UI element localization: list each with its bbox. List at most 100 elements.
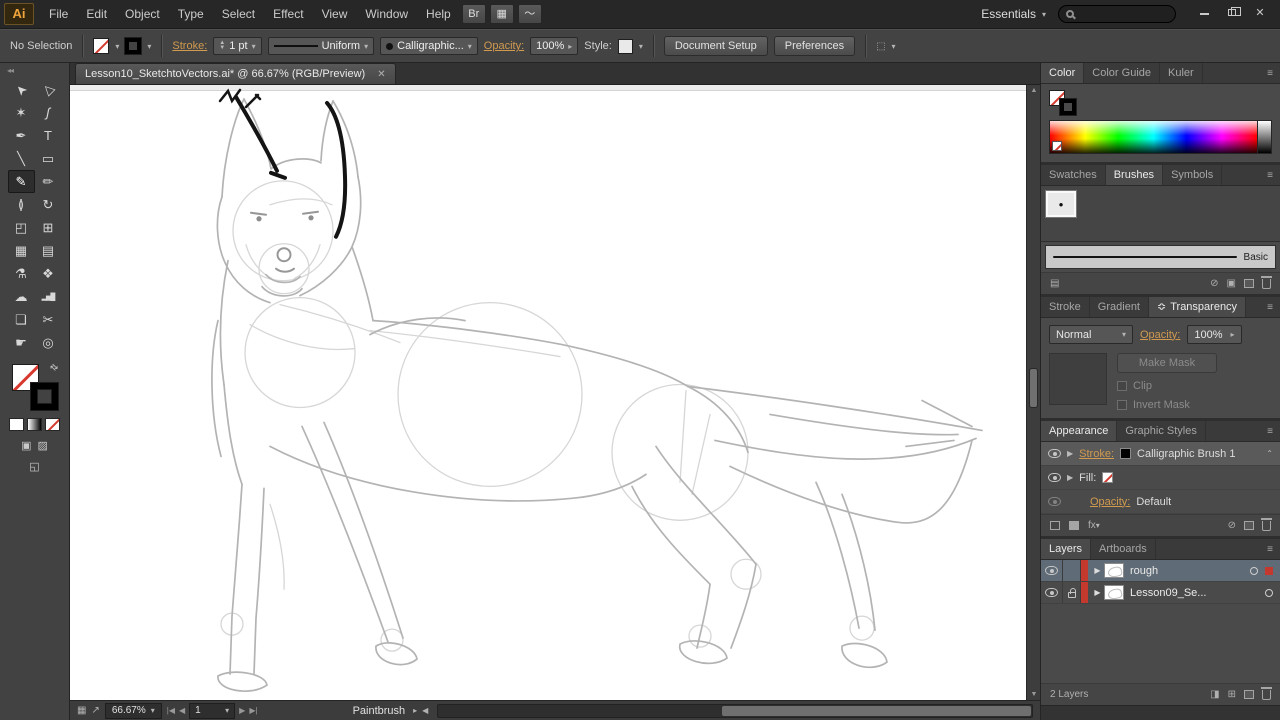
stroke-swatch[interactable] bbox=[125, 38, 142, 54]
tab-color-guide[interactable]: Color Guide bbox=[1084, 63, 1160, 83]
opacity-field[interactable]: 100% ▸ bbox=[530, 37, 579, 55]
restore-button[interactable] bbox=[1220, 6, 1244, 22]
menu-window[interactable]: Window bbox=[356, 0, 417, 28]
make-clipping-mask-icon[interactable]: ◨ bbox=[1210, 689, 1219, 700]
layer-thumbnail[interactable] bbox=[1104, 563, 1124, 578]
lasso-tool[interactable]: ʃ bbox=[35, 101, 62, 124]
tab-layers[interactable]: Layers bbox=[1041, 539, 1092, 559]
status-grid-icon[interactable]: ▦ bbox=[77, 705, 86, 716]
paintbrush-tool[interactable]: ✎ bbox=[7, 170, 35, 193]
layer-expand-icon[interactable]: ▶ bbox=[1091, 566, 1104, 575]
rectangle-tool[interactable]: ▭ bbox=[35, 147, 62, 170]
tab-transparency[interactable]: ≎ Transparency bbox=[1149, 297, 1247, 317]
brush-libraries-icon[interactable]: ▤ bbox=[1050, 278, 1059, 289]
none-mode-button[interactable] bbox=[45, 418, 60, 431]
duplicate-item-icon[interactable] bbox=[1244, 521, 1254, 530]
zoom-level-dropdown[interactable]: 66.67% ▾ bbox=[104, 702, 162, 719]
artboard-canvas[interactable]: ▲ ▼ bbox=[70, 85, 1040, 700]
slice-tool[interactable]: ✂ bbox=[35, 308, 62, 331]
opacity-label[interactable]: Opacity: bbox=[484, 40, 524, 52]
invert-mask-checkbox[interactable] bbox=[1117, 400, 1127, 410]
line-segment-tool[interactable]: ╲ bbox=[8, 147, 35, 170]
screen-mode-icon[interactable]: ◱ bbox=[29, 460, 39, 473]
panel-menu-icon[interactable]: ≡ bbox=[1260, 421, 1280, 441]
rotate-tool[interactable]: ↻ bbox=[35, 193, 62, 216]
appearance-stroke-swatch[interactable] bbox=[1120, 448, 1132, 459]
gradient-tool[interactable]: ▤ bbox=[35, 239, 62, 262]
menu-file[interactable]: File bbox=[40, 0, 77, 28]
layer-name[interactable]: Lesson09_Se... bbox=[1130, 587, 1265, 599]
visibility-eye-icon[interactable] bbox=[1048, 473, 1061, 482]
make-mask-button[interactable]: Make Mask bbox=[1117, 353, 1217, 373]
scroll-down-icon[interactable]: ▼ bbox=[1027, 691, 1040, 698]
new-fill-icon[interactable] bbox=[1069, 521, 1079, 530]
appearance-fill-swatch[interactable] bbox=[1102, 472, 1114, 483]
eyedropper-tool[interactable]: ⚗ bbox=[8, 262, 35, 285]
layer-row-lesson09[interactable]: ▶ Lesson09_Se... bbox=[1041, 582, 1280, 604]
search-box[interactable] bbox=[1058, 5, 1176, 23]
document-tab[interactable]: Lesson10_SketchtoVectors.ai* @ 66.67% (R… bbox=[75, 63, 396, 84]
panel-menu-icon[interactable]: ≡ bbox=[1260, 539, 1280, 559]
status-share-icon[interactable]: ↗ bbox=[91, 705, 99, 716]
tab-artboards[interactable]: Artboards bbox=[1091, 539, 1156, 559]
direct-selection-tool[interactable]: ▷ bbox=[35, 78, 62, 101]
first-frame-icon[interactable]: |◀ bbox=[167, 706, 175, 715]
horizontal-scrollbar[interactable] bbox=[437, 703, 1033, 718]
none-swatch-icon[interactable] bbox=[1052, 141, 1062, 151]
calligraphic-brush-swatch[interactable]: • bbox=[1046, 191, 1076, 217]
tab-brushes[interactable]: Brushes bbox=[1105, 165, 1164, 185]
fill-swatch[interactable] bbox=[93, 38, 110, 54]
type-tool[interactable]: T bbox=[35, 124, 62, 147]
search-input[interactable] bbox=[1079, 8, 1168, 20]
workspace-switcher[interactable]: Essentials ▾ bbox=[981, 7, 1046, 21]
perspective-grid-tool[interactable]: ⊞ bbox=[35, 216, 62, 239]
expand-icon[interactable]: ▶ bbox=[1067, 449, 1073, 458]
menu-effect[interactable]: Effect bbox=[264, 0, 312, 28]
tab-stroke[interactable]: Stroke bbox=[1041, 297, 1090, 317]
new-brush-icon[interactable] bbox=[1244, 279, 1254, 288]
visibility-eye-icon[interactable] bbox=[1048, 497, 1061, 506]
clip-checkbox[interactable] bbox=[1117, 381, 1127, 391]
remove-brush-stroke-icon[interactable]: ⊘ bbox=[1210, 278, 1218, 289]
visibility-eye-icon[interactable] bbox=[1048, 449, 1061, 458]
menu-object[interactable]: Object bbox=[116, 0, 169, 28]
layer-thumbnail[interactable] bbox=[1104, 585, 1124, 600]
artboard-tool[interactable]: ❏ bbox=[8, 308, 35, 331]
next-frame-icon[interactable]: ▶ bbox=[239, 706, 245, 715]
appearance-opacity-label[interactable]: Opacity: bbox=[1090, 496, 1130, 508]
layer-expand-icon[interactable]: ▶ bbox=[1091, 588, 1104, 597]
layer-visibility-toggle[interactable] bbox=[1041, 560, 1063, 581]
transparency-opacity-label[interactable]: Opacity: bbox=[1140, 329, 1180, 341]
tab-close-icon[interactable]: ✕ bbox=[377, 69, 385, 80]
vertical-scrollbar[interactable]: ▲ ▼ bbox=[1026, 85, 1040, 700]
basic-brush-row[interactable]: Basic bbox=[1045, 245, 1276, 269]
draw-normal-icon[interactable]: ▣ bbox=[21, 439, 31, 452]
panel-menu-icon[interactable]: ≡ bbox=[1260, 165, 1280, 185]
width-tool[interactable]: ≬ bbox=[8, 193, 35, 216]
tab-swatches[interactable]: Swatches bbox=[1041, 165, 1106, 185]
add-effect-button[interactable]: fx▾ bbox=[1088, 520, 1100, 531]
appearance-stroke-row[interactable]: ▶ Stroke: Calligraphic Brush 1 ⌃ bbox=[1041, 442, 1280, 466]
swap-fill-stroke-icon[interactable]: ⇄ bbox=[47, 361, 60, 374]
hand-tool[interactable]: ☛ bbox=[8, 331, 35, 354]
scroll-left-icon[interactable]: ◀ bbox=[422, 706, 428, 715]
brush-options-icon[interactable]: ▣ bbox=[1227, 278, 1236, 289]
delete-layer-icon[interactable] bbox=[1261, 686, 1272, 700]
layer-lock-toggle[interactable] bbox=[1063, 560, 1081, 581]
appearance-opacity-row[interactable]: Opacity: Default bbox=[1041, 490, 1280, 514]
tab-symbols[interactable]: Symbols bbox=[1163, 165, 1223, 185]
tab-appearance[interactable]: Appearance bbox=[1041, 421, 1118, 441]
selection-tool[interactable]: ➤ bbox=[8, 78, 35, 101]
panel-menu-icon[interactable]: ≡ bbox=[1260, 63, 1280, 83]
tab-gradient[interactable]: Gradient bbox=[1090, 297, 1149, 317]
delete-brush-icon[interactable] bbox=[1261, 275, 1272, 289]
stroke-dropdown-icon[interactable]: ▾ bbox=[147, 42, 151, 51]
stroke-weight-label[interactable]: Stroke: bbox=[172, 40, 207, 52]
last-frame-icon[interactable]: ▶| bbox=[249, 706, 257, 715]
tab-kuler[interactable]: Kuler bbox=[1160, 63, 1203, 83]
blend-tool[interactable]: ❖ bbox=[35, 262, 62, 285]
transparency-opacity-field[interactable]: 100% ▸ bbox=[1187, 325, 1242, 344]
new-stroke-icon[interactable] bbox=[1050, 521, 1060, 530]
color-spectrum-ramp[interactable] bbox=[1050, 121, 1257, 153]
document-setup-button[interactable]: Document Setup bbox=[663, 36, 768, 56]
